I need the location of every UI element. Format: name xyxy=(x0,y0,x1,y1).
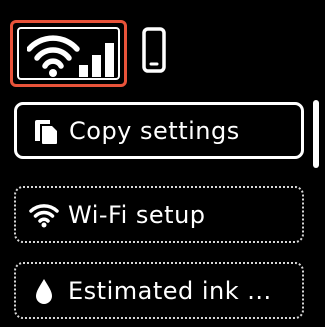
copy-icon xyxy=(29,115,61,147)
menu-item-copy-settings[interactable]: Copy settings xyxy=(14,102,304,159)
menu-item-label: Copy settings xyxy=(69,116,240,145)
menu-item-label: Wi-Fi setup xyxy=(68,200,206,229)
menu-item-label: Estimated ink ... xyxy=(68,276,272,305)
ink-drop-icon xyxy=(28,275,60,307)
menu-item-wifi-setup[interactable]: Wi-Fi setup xyxy=(14,186,304,243)
wifi-signal-bars-icon xyxy=(27,35,114,77)
wifi-status-button[interactable] xyxy=(10,20,127,87)
menu-item-estimated-ink[interactable]: Estimated ink ... xyxy=(14,262,304,319)
wifi-status-frame xyxy=(17,27,120,80)
scrollbar[interactable] xyxy=(313,100,319,168)
status-bar xyxy=(0,0,325,95)
smartphone-icon xyxy=(142,27,166,77)
wifi-icon xyxy=(28,199,60,231)
